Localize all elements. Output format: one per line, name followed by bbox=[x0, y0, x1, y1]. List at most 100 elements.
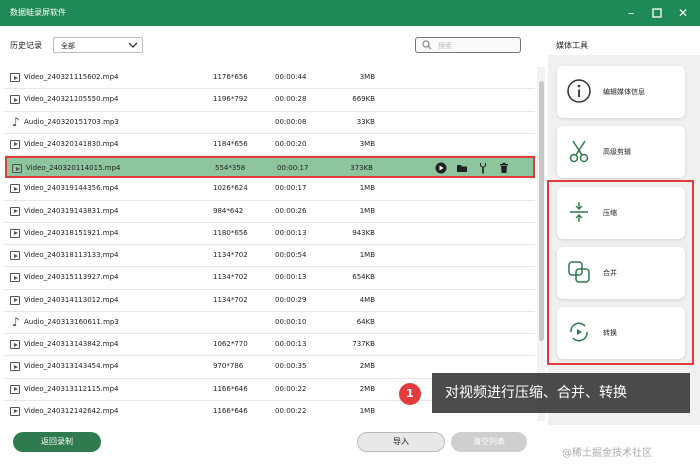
file-size: 373KB bbox=[350, 164, 373, 172]
table-row[interactable]: Video_240320141830.mp4 1184*656 00:00:20 3M… bbox=[5, 133, 535, 156]
file-duration: 00:00:54 bbox=[275, 251, 307, 259]
callout-badge: 1 bbox=[399, 383, 421, 405]
search-input[interactable]: 搜索 bbox=[415, 37, 521, 53]
folder-icon[interactable] bbox=[456, 162, 468, 174]
table-row[interactable]: Video_240318151921.mp4 1180*656 00:00:13 94… bbox=[5, 222, 535, 245]
video-file-icon bbox=[10, 184, 20, 194]
file-size: 64KB bbox=[356, 317, 375, 326]
media-tools-title: 媒体工具 bbox=[556, 41, 588, 50]
scissors-icon bbox=[569, 140, 589, 163]
file-name: Video_240313143454.mp4 bbox=[24, 362, 119, 371]
file-name: Video_240318151921.mp4 bbox=[24, 228, 119, 237]
file-resolution: 1134*702 bbox=[213, 295, 248, 304]
video-file-icon bbox=[10, 251, 20, 260]
file-name: Video_240319143831.mp4 bbox=[24, 206, 119, 215]
file-duration: 00:00:35 bbox=[275, 362, 307, 371]
file-size: 1MB bbox=[359, 251, 375, 259]
file-name: Video_240313143842.mp4 bbox=[24, 340, 119, 348]
table-row[interactable]: Video_240321115602.mp4 1176*656 00:00:44 3M… bbox=[5, 67, 535, 90]
file-size: 2MB bbox=[359, 362, 375, 371]
title-bar: 数据蛙录屏软件 – ✕ bbox=[0, 0, 700, 26]
music-note-icon: ♪ bbox=[12, 114, 20, 129]
file-name: Audio_240313160611.mp3 bbox=[24, 317, 119, 326]
video-file-icon bbox=[10, 206, 20, 216]
search-icon bbox=[422, 40, 432, 50]
file-resolution: 970*786 bbox=[213, 362, 244, 371]
file-size: 737KB bbox=[352, 340, 375, 348]
video-file-icon bbox=[10, 73, 20, 82]
file-name: Video_240315113927.mp4 bbox=[24, 273, 119, 282]
file-resolution: 984*642 bbox=[213, 206, 244, 215]
file-size: 1MB bbox=[359, 406, 375, 415]
search-placeholder: 搜索 bbox=[438, 42, 452, 50]
file-resolution: 1062*770 bbox=[213, 340, 248, 348]
file-resolution: 1134*702 bbox=[213, 251, 248, 259]
file-size: 4MB bbox=[359, 295, 375, 304]
video-file-icon bbox=[10, 384, 20, 394]
tool-edit-media-info[interactable]: 编辑媒体信息 bbox=[557, 66, 685, 118]
window-title: 数据蛙录屏软件 bbox=[10, 8, 66, 17]
video-file-icon bbox=[10, 406, 20, 416]
wrench-icon[interactable] bbox=[477, 162, 489, 174]
file-resolution: 1180*656 bbox=[213, 228, 248, 237]
history-filter-select[interactable]: 全部 bbox=[53, 37, 143, 53]
clear-list-button[interactable]: 清空列表 bbox=[451, 432, 527, 452]
table-row[interactable]: Video_240315113927.mp4 1134*702 00:00:13 65… bbox=[5, 267, 535, 290]
info-icon bbox=[567, 79, 591, 103]
file-resolution: 1184*656 bbox=[213, 139, 248, 148]
callout-text: 对视频进行压缩、合并、转换 bbox=[432, 373, 690, 413]
file-duration: 00:00:08 bbox=[275, 117, 307, 126]
video-file-icon bbox=[10, 362, 20, 372]
tool-label: 编辑媒体信息 bbox=[603, 88, 645, 96]
table-row-selected[interactable]: Video_240320114015.mp4 554*358 00:00:17 373… bbox=[5, 156, 535, 179]
table-row[interactable]: ♪ Audio_240320151703.mp3 00:00:08 33KB bbox=[5, 111, 535, 134]
filter-value: 全部 bbox=[61, 42, 75, 50]
file-size: 669KB bbox=[352, 95, 375, 104]
file-name: Video_240321115602.mp4 bbox=[24, 73, 119, 81]
file-list: Video_240321115602.mp4 1176*656 00:00:44 3M… bbox=[5, 67, 535, 421]
file-size: 3MB bbox=[359, 139, 375, 148]
table-row[interactable]: Video_240313143842.mp4 1062*770 00:00:13 73… bbox=[5, 334, 535, 357]
scrollbar-thumb[interactable] bbox=[539, 81, 544, 341]
table-row[interactable]: Video_240318113133.mp4 1134*702 00:00:54 1M… bbox=[5, 245, 535, 268]
table-row[interactable]: Video_240321105550.mp4 1196*792 00:00:28 66… bbox=[5, 89, 535, 112]
maximize-button[interactable] bbox=[648, 4, 666, 22]
video-file-icon bbox=[12, 164, 22, 173]
play-icon[interactable] bbox=[435, 162, 447, 174]
close-button[interactable]: ✕ bbox=[674, 4, 692, 22]
file-name: Video_240312142642.mp4 bbox=[24, 406, 119, 415]
list-scrollbar[interactable] bbox=[537, 67, 545, 421]
file-duration: 00:00:29 bbox=[275, 295, 307, 304]
history-label: 历史记录 bbox=[10, 41, 42, 50]
import-button[interactable]: 导入 bbox=[357, 432, 445, 452]
file-resolution: 1196*792 bbox=[213, 95, 248, 104]
file-name: Video_240320114015.mp4 bbox=[26, 164, 121, 172]
file-duration: 00:00:22 bbox=[275, 406, 307, 415]
table-row[interactable]: ♪ Audio_240313160611.mp3 00:00:10 64KB bbox=[5, 311, 535, 334]
file-name: Video_240320141830.mp4 bbox=[24, 139, 119, 148]
tools-highlight-box bbox=[547, 180, 694, 365]
video-file-icon bbox=[10, 340, 20, 349]
file-name: Video_240321105550.mp4 bbox=[24, 95, 119, 104]
file-duration: 00:00:20 bbox=[275, 139, 307, 148]
back-to-recording-button[interactable]: 返回录制 bbox=[13, 432, 101, 452]
maximize-icon bbox=[652, 8, 662, 18]
table-row[interactable]: Video_240319143831.mp4 984*642 00:00:26 1MB bbox=[5, 200, 535, 223]
file-duration: 00:00:13 bbox=[275, 228, 307, 237]
file-size: 1MB bbox=[359, 206, 375, 215]
file-name: Audio_240320151703.mp3 bbox=[24, 117, 119, 126]
file-duration: 00:00:22 bbox=[275, 384, 307, 393]
file-duration: 00:00:28 bbox=[275, 95, 307, 104]
file-duration: 00:00:17 bbox=[275, 184, 307, 193]
row-actions bbox=[435, 162, 510, 174]
table-row[interactable]: Video_240314113012.mp4 1134*702 00:00:29 4M… bbox=[5, 289, 535, 312]
chevron-down-icon bbox=[128, 42, 138, 48]
table-row[interactable]: Video_240319144356.mp4 1026*624 00:00:17 1M… bbox=[5, 178, 535, 201]
minimize-button[interactable]: – bbox=[622, 4, 640, 22]
file-name: Video_240314113012.mp4 bbox=[24, 295, 119, 304]
file-size: 1MB bbox=[359, 184, 375, 193]
tool-advanced-trim[interactable]: 高级剪辑 bbox=[557, 126, 685, 178]
file-resolution: 1026*624 bbox=[213, 184, 248, 193]
trash-icon[interactable] bbox=[498, 162, 510, 174]
music-note-icon: ♪ bbox=[12, 314, 20, 329]
